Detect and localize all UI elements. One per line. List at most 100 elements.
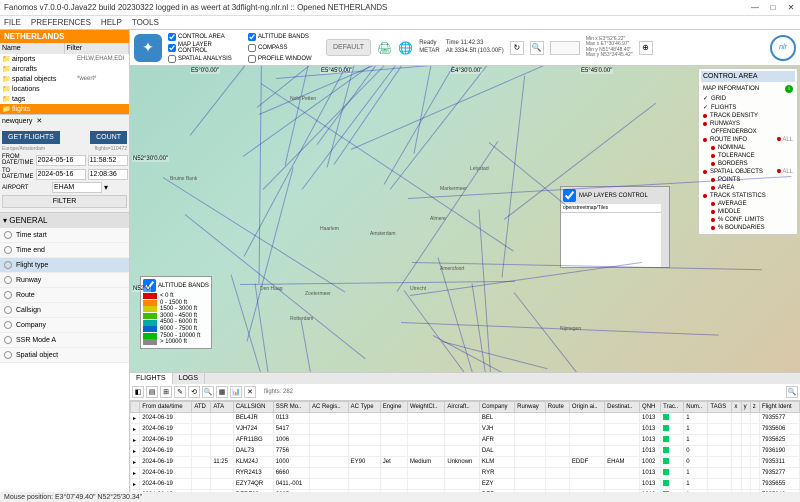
menu-preferences[interactable]: PREFERENCES: [31, 18, 91, 27]
toolbar-check[interactable]: MAP LAYER CONTROL: [168, 42, 240, 54]
layers-scrollbar[interactable]: [661, 201, 669, 267]
general-item[interactable]: Time end: [0, 243, 129, 258]
table-row[interactable]: ▸2024-06-19DAL737756DAL101307936190: [131, 446, 800, 457]
table-header[interactable]: Trac..: [661, 402, 684, 413]
table-header[interactable]: Runway: [515, 402, 546, 413]
table-row[interactable]: ▸2024-06-19VJH7245417VJH101317935606: [131, 424, 800, 435]
from-date-input[interactable]: [36, 155, 86, 166]
general-item[interactable]: Flight type: [0, 258, 129, 273]
default-button[interactable]: DEFAULT: [326, 39, 371, 56]
control-item[interactable]: MIDDLE: [701, 208, 795, 216]
tool-icon[interactable]: ▦: [216, 386, 228, 398]
table-header[interactable]: Num..: [684, 402, 708, 413]
control-item[interactable]: SPATIAL OBJECTS ALL: [701, 168, 795, 176]
bottom-tab[interactable]: FLIGHTS: [130, 373, 173, 384]
control-item[interactable]: TRACK STATISTICS: [701, 192, 795, 200]
bottom-tab[interactable]: LOGS: [173, 373, 205, 384]
table-header[interactable]: Destinat..: [605, 402, 640, 413]
control-item[interactable]: % CONF. LIMITS: [701, 216, 795, 224]
tree-item-locations[interactable]: 📁locations: [0, 84, 129, 94]
refresh-icon[interactable]: ↻: [510, 41, 524, 55]
toolbar-check[interactable]: ALTITUDE BANDS: [248, 33, 320, 41]
search-icon[interactable]: 🔍: [786, 386, 798, 398]
map-canvas[interactable]: CONTROL AREA MAP INFORMATIONi✓ GRID✓ FLI…: [130, 66, 800, 372]
table-header[interactable]: Engine: [380, 402, 407, 413]
filter-button[interactable]: FILTER: [2, 195, 127, 208]
toolbar-check[interactable]: CONTROL AREA: [168, 33, 240, 41]
maximize-icon[interactable]: □: [768, 3, 778, 12]
table-row[interactable]: ▸2024-06-19AFR11BG1006AFR101317935625: [131, 435, 800, 446]
tool-icon[interactable]: ✎: [174, 386, 186, 398]
table-header[interactable]: x: [732, 402, 741, 413]
tool-icon[interactable]: ◧: [132, 386, 144, 398]
table-header[interactable]: y: [741, 402, 750, 413]
control-item[interactable]: MAP INFORMATIONi: [701, 84, 795, 94]
table-row[interactable]: ▸2024-06-1911:25KLM24J1000EY90JetMediumU…: [131, 457, 800, 468]
toolbar-check[interactable]: SPATIAL ANALYSIS: [168, 55, 240, 63]
control-item[interactable]: TOLERANCE: [701, 152, 795, 160]
general-item[interactable]: Company: [0, 318, 129, 333]
globe-icon[interactable]: 🌐: [398, 41, 413, 55]
table-header[interactable]: [131, 402, 140, 413]
tool-icon[interactable]: 🔍: [202, 386, 214, 398]
tree-item-flights[interactable]: 📁flights: [0, 104, 129, 114]
close-icon[interactable]: ✕: [786, 3, 796, 12]
table-header[interactable]: CALLSIGN: [233, 402, 273, 413]
table-header[interactable]: WeightCl..: [407, 402, 444, 413]
layers-checkbox[interactable]: [563, 189, 576, 202]
tool-icon[interactable]: ▤: [146, 386, 158, 398]
table-header[interactable]: SSR Mo..: [273, 402, 309, 413]
tree-item-spatial-objects[interactable]: 📁spatial objects*weert*: [0, 74, 129, 84]
to-time-input[interactable]: [88, 169, 128, 180]
control-item[interactable]: RUNWAYS: [701, 120, 795, 128]
table-row[interactable]: ▸2024-06-19DERF982085DER101317935648: [131, 490, 800, 493]
tree-item-airports[interactable]: 📁airportsEHLW,EHAM,EDI: [0, 54, 129, 64]
tool-icon[interactable]: ✕: [244, 386, 256, 398]
target-icon[interactable]: ⊕: [639, 41, 653, 55]
table-row[interactable]: ▸2024-06-19RYR24136660RYR101317935277: [131, 468, 800, 479]
table-header[interactable]: TAGS: [708, 402, 732, 413]
airport-input[interactable]: [52, 182, 102, 193]
control-item[interactable]: NOMINAL: [701, 144, 795, 152]
to-date-input[interactable]: [36, 169, 86, 180]
control-item[interactable]: ✓ FLIGHTS: [701, 103, 795, 112]
from-time-input[interactable]: [88, 155, 128, 166]
table-header[interactable]: Route: [545, 402, 569, 413]
table-header[interactable]: Company: [479, 402, 514, 413]
general-item[interactable]: Runway: [0, 273, 129, 288]
general-item[interactable]: Spatial object: [0, 348, 129, 363]
table-row[interactable]: ▸2024-06-19BEL4JR0113BEL101317935577: [131, 413, 800, 424]
tree-item-aircrafts[interactable]: 📁aircrafts: [0, 64, 129, 74]
general-item[interactable]: SSR Mode A: [0, 333, 129, 348]
general-item[interactable]: Callsign: [0, 303, 129, 318]
table-header[interactable]: AC Regis..: [309, 402, 348, 413]
minimize-icon[interactable]: —: [750, 3, 760, 12]
count-button[interactable]: COUNT: [90, 131, 127, 144]
toolbar-check[interactable]: COMPASS: [248, 42, 320, 54]
control-item[interactable]: BORDERS: [701, 160, 795, 168]
table-header[interactable]: Flight Ident: [759, 402, 799, 413]
table-header[interactable]: From date/time: [140, 402, 192, 413]
control-item[interactable]: OFFENDERBOX: [701, 128, 795, 136]
menu-help[interactable]: HELP: [101, 18, 122, 27]
general-item[interactable]: Time start: [0, 228, 129, 243]
control-item[interactable]: TRACK DENSITY: [701, 112, 795, 120]
toolbar-check[interactable]: PROFILE WINDOW: [248, 55, 320, 63]
control-item[interactable]: AREA: [701, 184, 795, 192]
tool-icon[interactable]: ⊞: [160, 386, 172, 398]
control-item[interactable]: % BOUNDARIES: [701, 224, 795, 232]
table-header[interactable]: Aircraft..: [445, 402, 479, 413]
tool-icon[interactable]: ⟲: [188, 386, 200, 398]
dropdown-icon[interactable]: ▾: [104, 183, 108, 192]
tree-item-tags[interactable]: 📁tags: [0, 94, 129, 104]
query-tab[interactable]: newquery: [2, 118, 32, 125]
table-header[interactable]: z: [750, 402, 759, 413]
tool-icon[interactable]: 📊: [230, 386, 242, 398]
control-item[interactable]: AVERAGE: [701, 200, 795, 208]
print-icon[interactable]: 🖨: [377, 41, 392, 55]
map-layers-panel[interactable]: MAP LAYERS CONTROL openstreetmap/Tiles: [560, 186, 670, 268]
menu-tools[interactable]: TOOLS: [132, 18, 159, 27]
dataset-tab[interactable]: NETHERLANDS: [0, 30, 129, 43]
table-header[interactable]: Origin ai..: [569, 402, 604, 413]
get-flights-button[interactable]: GET FLIGHTS: [2, 131, 60, 144]
